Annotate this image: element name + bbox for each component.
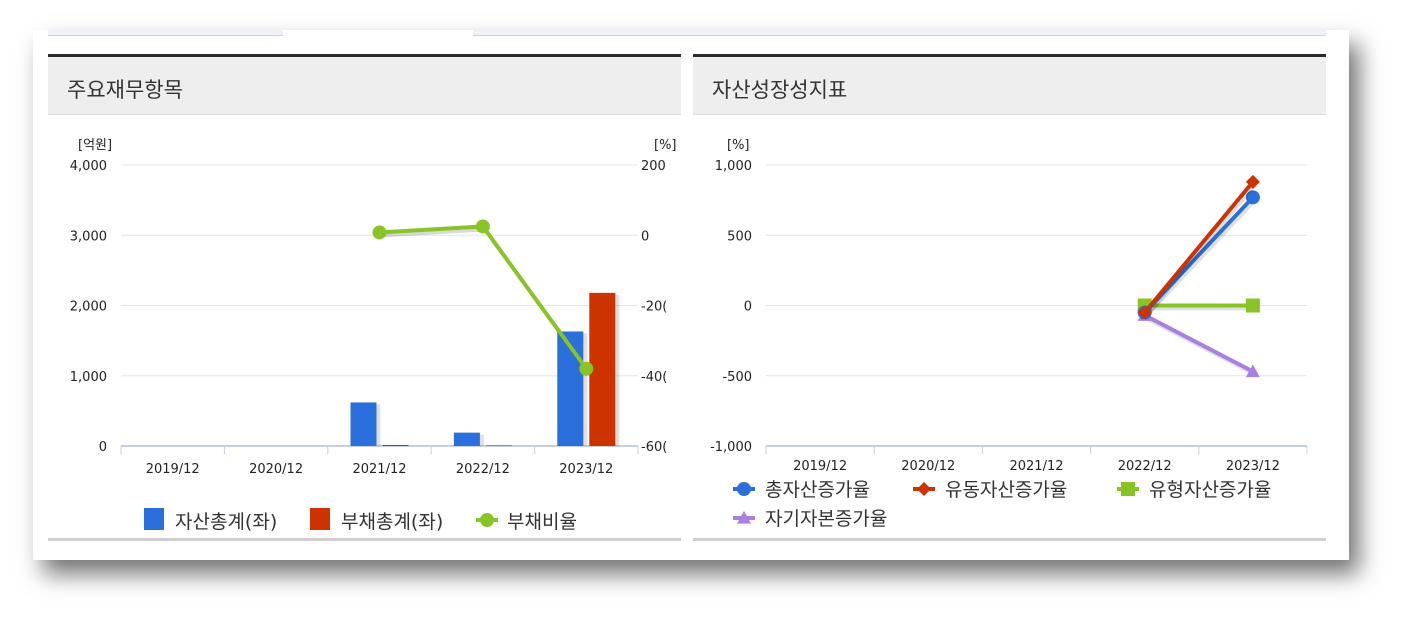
debt-ratio-legend-label: 부채비율 xyxy=(507,511,577,533)
equity-growth-legend-label: 자기자본증가율 xyxy=(765,508,887,530)
y-left-tick-label: 2,000 xyxy=(70,300,107,315)
debt-ratio-line-shadow xyxy=(381,227,590,373)
liability-total-legend-swatch xyxy=(310,508,330,530)
tangible-asset-growth-point xyxy=(1245,298,1260,313)
financial-items-chart: 0 1,000 2,000 3,000 4,000 -60( -40( -20( 0 200 [억원… xyxy=(70,138,677,533)
y-left-tick-label: 0 xyxy=(99,440,107,455)
total-asset-growth-legend-label: 총자산증가율 xyxy=(765,479,870,501)
debt-ratio-line xyxy=(379,224,588,370)
y-right-tick-label: 0 xyxy=(641,229,649,244)
panel-title: 주요재무항목 xyxy=(67,78,183,102)
y-left-unit-label: [억원] xyxy=(78,138,112,153)
tab-2[interactable] xyxy=(285,30,471,36)
x-tick-label: 2021/12 xyxy=(352,462,406,477)
tab-1[interactable] xyxy=(48,30,283,36)
asset-total-legend-swatch xyxy=(144,508,164,530)
current-asset-growth-legend-label: 유동자산증가율 xyxy=(945,479,1067,501)
panel-bottom-border xyxy=(693,538,1326,541)
debt-ratio-point xyxy=(579,361,594,376)
asset-total-legend-label: 자산총계(좌) xyxy=(175,511,277,533)
y-left-tick-label: 1,000 xyxy=(70,370,107,385)
current-asset-growth-legend-marker xyxy=(917,482,931,496)
debt-ratio-legend-marker xyxy=(480,513,494,527)
debt-ratio-point xyxy=(372,225,387,240)
liability-total-legend-label: 부채총계(좌) xyxy=(341,511,443,533)
panel-header: 자산성장성지표 xyxy=(693,57,1326,115)
x-tick-label: 2022/12 xyxy=(456,462,510,477)
asset-growth-panel: 자산성장성지표 -1,000 -500 0 500 1,000 [%] 2019/12 202… xyxy=(693,54,1326,541)
y-right-tick-label: -40( xyxy=(641,370,667,385)
x-tick-label: 2019/12 xyxy=(146,462,200,477)
current-asset-growth-line xyxy=(1143,180,1255,314)
y-tick-label: 1,000 xyxy=(715,159,752,174)
asset-total-bar xyxy=(350,402,377,446)
x-tick-label: 2021/12 xyxy=(1009,459,1063,474)
x-tick-label: 2019/12 xyxy=(793,459,847,474)
y-right-tick-label: 200 xyxy=(641,159,666,174)
total-asset-growth-legend-marker xyxy=(737,482,751,496)
liability-total-bar xyxy=(485,445,512,446)
y-tick-label: 0 xyxy=(744,300,752,315)
x-tick-label: 2022/12 xyxy=(1118,459,1172,474)
y-tick-label: -1,000 xyxy=(710,440,752,455)
dashboard-card: 주요재무항목 0 1,000 2,000 3,000 4,000 -60( -40( -20(… xyxy=(33,30,1349,560)
asset-total-bar xyxy=(453,432,480,446)
current-asset-growth-line-shadow xyxy=(1145,183,1257,317)
y-right-unit-label: [%] xyxy=(654,138,677,153)
x-tick-label: 2023/12 xyxy=(1226,459,1280,474)
y-left-tick-label: 3,000 xyxy=(70,229,107,244)
y-tick-label: 500 xyxy=(727,229,752,244)
y-left-tick-label: 4,000 xyxy=(70,159,107,174)
y-tick-label: -500 xyxy=(722,370,752,385)
panel-title: 자산성장성지표 xyxy=(712,78,848,102)
financial-items-panel: 주요재무항목 0 1,000 2,000 3,000 4,000 -60( -40( -20(… xyxy=(48,54,681,541)
x-tick-label: 2020/12 xyxy=(901,459,955,474)
tab-strip xyxy=(48,30,1326,36)
asset-growth-chart: -1,000 -500 0 500 1,000 [%] 2019/12 2020/12 2021… xyxy=(710,138,1308,530)
y-right-tick-label: -20( xyxy=(641,300,667,315)
tab-3[interactable] xyxy=(473,30,1326,36)
equity-growth-line xyxy=(1143,313,1254,374)
y-unit-label: [%] xyxy=(727,138,750,153)
debt-ratio-point xyxy=(475,219,490,234)
panel-header: 주요재무항목 xyxy=(48,57,681,115)
y-right-tick-label: -60( xyxy=(641,440,667,455)
x-tick-label: 2020/12 xyxy=(249,462,303,477)
tangible-asset-growth-legend-label: 유형자산증가율 xyxy=(1149,479,1271,501)
tangible-asset-growth-legend-marker xyxy=(1121,482,1135,496)
panel-bottom-border xyxy=(48,538,681,541)
liability-total-bar xyxy=(382,444,409,446)
x-tick-label: 2023/12 xyxy=(559,462,613,477)
